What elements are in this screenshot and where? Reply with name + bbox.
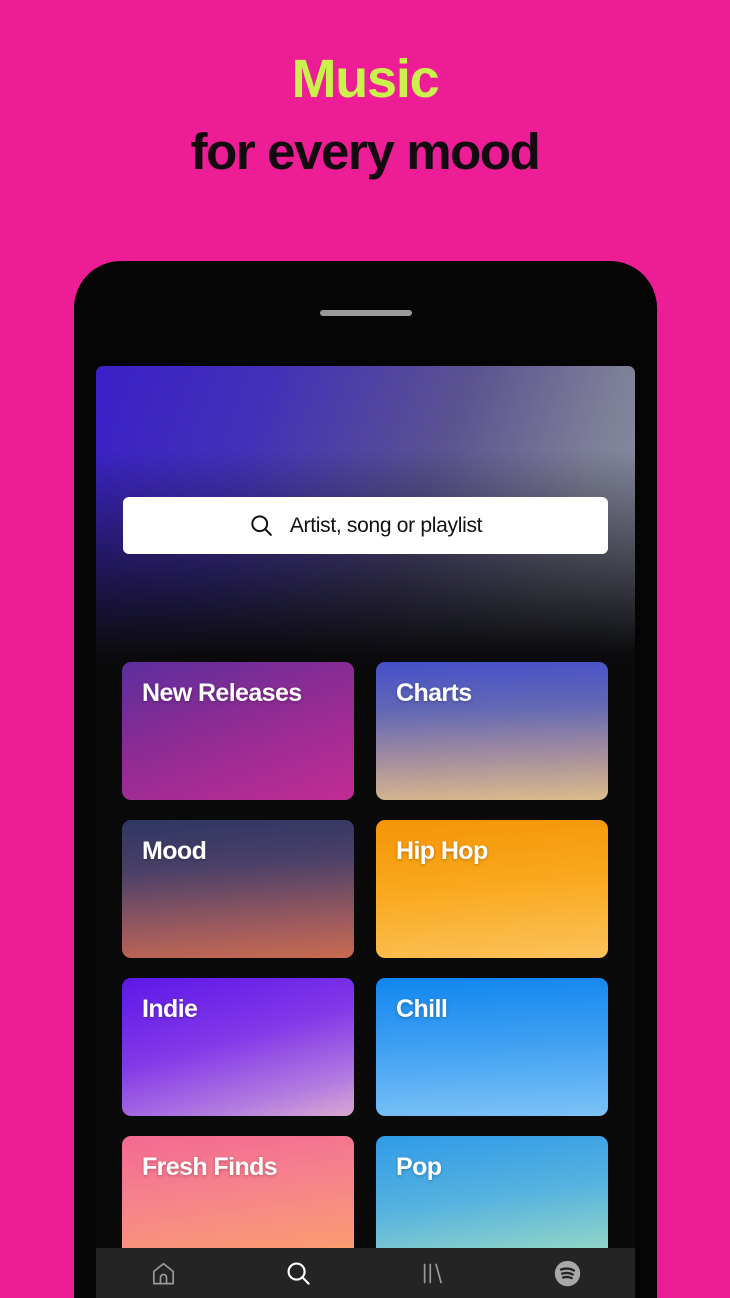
tile-label: New Releases: [142, 679, 302, 707]
tile-label: Hip Hop: [396, 837, 488, 865]
tile-hip-hop[interactable]: Hip Hop: [376, 820, 608, 958]
headline-line-2: for every mood: [190, 123, 541, 180]
tile-label: Mood: [142, 837, 207, 865]
headline: Music for every mood: [0, 52, 730, 177]
tile-new-releases[interactable]: New Releases: [122, 662, 354, 800]
phone-mockup: Artist, song or playlist New Releases Ch…: [75, 262, 656, 1298]
nav-item-home[interactable]: [96, 1248, 231, 1298]
home-icon: [150, 1260, 177, 1287]
headline-line-1: Music: [291, 49, 439, 109]
app-screen: Artist, song or playlist New Releases Ch…: [96, 366, 635, 1298]
category-tile-grid: New Releases Charts Mood Hip Hop Indie C…: [122, 662, 608, 1274]
library-icon: [419, 1260, 446, 1287]
search-input[interactable]: Artist, song or playlist: [123, 497, 608, 554]
tile-label: Pop: [396, 1153, 442, 1181]
poster-canvas: Music for every mood Artist, song or pla…: [0, 0, 730, 1298]
tile-label: Fresh Finds: [142, 1153, 278, 1181]
tile-label: Chill: [396, 995, 448, 1023]
tile-indie[interactable]: Indie: [122, 978, 354, 1116]
earpiece-speaker-icon: [319, 310, 412, 316]
bottom-navigation-bar: [96, 1248, 635, 1298]
search-icon: [285, 1260, 312, 1287]
search-placeholder-text: Artist, song or playlist: [289, 513, 483, 537]
nav-item-library[interactable]: [366, 1248, 501, 1298]
search-icon: [249, 513, 274, 538]
nav-item-search[interactable]: [231, 1248, 366, 1298]
tile-mood[interactable]: Mood: [122, 820, 354, 958]
tile-chill[interactable]: Chill: [376, 978, 608, 1116]
tile-label: Indie: [142, 995, 198, 1023]
nav-item-spotify[interactable]: [500, 1248, 635, 1298]
tile-charts[interactable]: Charts: [376, 662, 608, 800]
tile-label: Charts: [396, 679, 472, 707]
spotify-icon: [553, 1259, 582, 1288]
